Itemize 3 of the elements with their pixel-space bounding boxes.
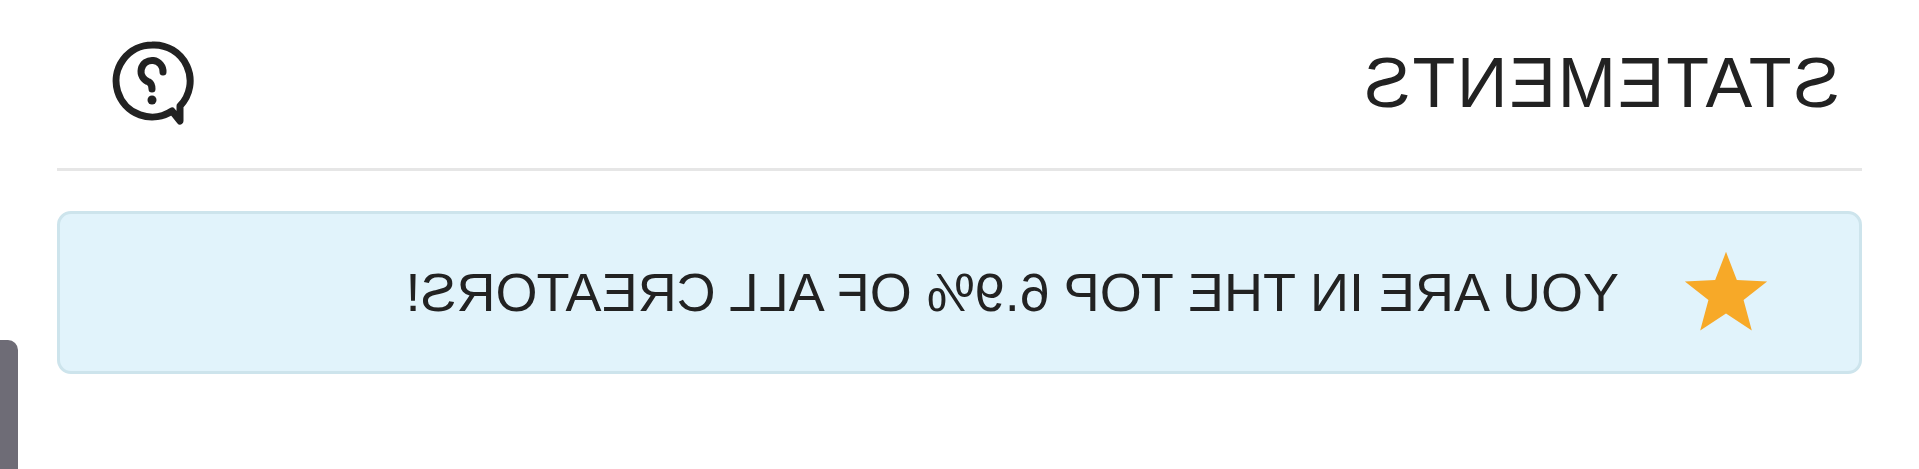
banner-message: YOU ARE IN THE TOP 6.9% OF ALL CREATORS! — [405, 261, 1619, 324]
help-icon[interactable] — [110, 40, 194, 126]
page-title: STATEMENTS — [1362, 48, 1840, 118]
